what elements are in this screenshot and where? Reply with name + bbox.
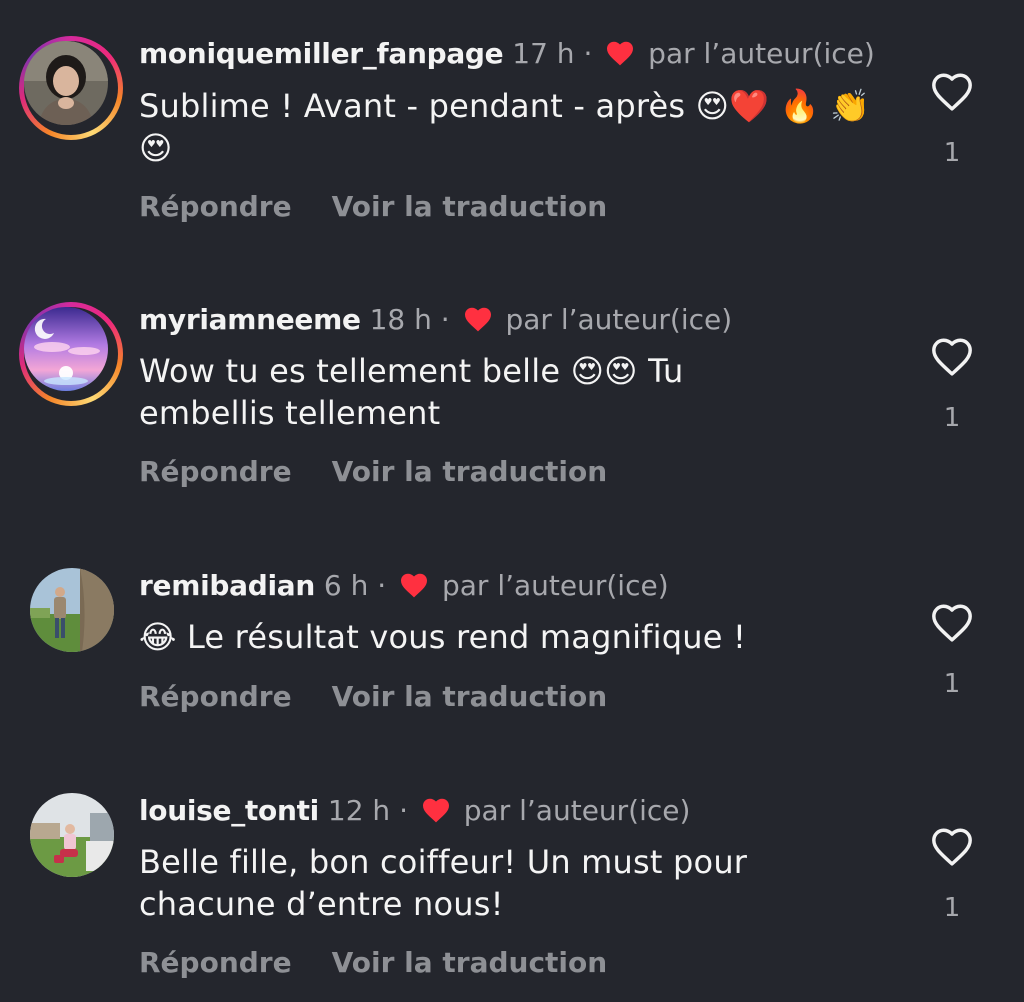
comment-actions: Répondre Voir la traduction (139, 680, 607, 713)
meta-separator: · (399, 794, 408, 827)
like-button[interactable] (926, 827, 978, 871)
heart-filled-icon (605, 40, 635, 74)
like-count: 1 (943, 893, 961, 923)
comment-text: Belle fille, bon coiffeur! Un must pour … (139, 843, 748, 923)
heart-outline-icon (932, 73, 972, 111)
like-button[interactable] (926, 72, 978, 116)
comment-time: 18 h (369, 303, 432, 336)
comment-meta: myriamneeme 18 h · par l’auteur(ice) (139, 303, 732, 340)
like-count: 1 (943, 138, 961, 168)
username[interactable]: myriamneeme (139, 303, 361, 336)
see-translation-button[interactable]: Voir la traduction (332, 946, 608, 979)
comment-time: 12 h (327, 794, 391, 827)
avatar[interactable] (30, 793, 114, 877)
like-button[interactable] (926, 337, 978, 381)
comment-text: Wow tu es tellement belle 😍😍 Tu embellis… (139, 352, 684, 432)
avatar[interactable] (19, 36, 123, 140)
comment-meta: moniquemiller_fanpage 17 h · par l’auteu… (139, 37, 875, 74)
liked-by-author-label: par l’auteur(ice) (505, 303, 733, 336)
username[interactable]: louise_tonti (139, 794, 319, 827)
avatar[interactable] (30, 568, 114, 652)
username[interactable]: remibadian (139, 569, 315, 602)
comment-text: Sublime ! Avant - pendant - après 😍❤️ 🔥 … (139, 87, 871, 167)
liked-by-author-label: par l’auteur(ice) (648, 37, 875, 70)
heart-outline-icon (932, 604, 972, 642)
meta-separator: · (377, 569, 387, 602)
reply-button[interactable]: Répondre (139, 946, 292, 979)
see-translation-button[interactable]: Voir la traduction (332, 190, 608, 223)
comment-time: 6 h (323, 569, 369, 602)
comment-meta: remibadian 6 h · par l’auteur(ice) (139, 569, 669, 606)
avatar[interactable] (19, 302, 123, 406)
comment-actions: Répondre Voir la traduction (139, 455, 607, 488)
heart-filled-icon (463, 306, 493, 340)
comment-actions: Répondre Voir la traduction (139, 946, 607, 979)
liked-by-author-label: par l’auteur(ice) (441, 569, 669, 602)
liked-by-author-label: par l’auteur(ice) (463, 794, 691, 827)
like-button[interactable] (926, 603, 978, 647)
comment-text: 😂 Le résultat vous rend magnifique ! (139, 618, 746, 656)
meta-separator: · (440, 303, 450, 336)
comment-time: 17 h (512, 37, 575, 70)
reply-button[interactable]: Répondre (139, 455, 292, 488)
see-translation-button[interactable]: Voir la traduction (332, 680, 608, 713)
heart-outline-icon (932, 338, 972, 376)
username[interactable]: moniquemiller_fanpage (139, 37, 504, 70)
comment-actions: Répondre Voir la traduction (139, 190, 607, 223)
heart-outline-icon (932, 828, 972, 866)
reply-button[interactable]: Répondre (139, 680, 292, 713)
comment-meta: louise_tonti 12 h · par l’auteur(ice) (139, 794, 690, 831)
heart-filled-icon (421, 797, 451, 831)
meta-separator: · (583, 37, 593, 70)
see-translation-button[interactable]: Voir la traduction (332, 455, 608, 488)
like-count: 1 (943, 403, 961, 433)
like-count: 1 (943, 669, 961, 699)
reply-button[interactable]: Répondre (139, 190, 292, 223)
heart-filled-icon (399, 572, 429, 606)
